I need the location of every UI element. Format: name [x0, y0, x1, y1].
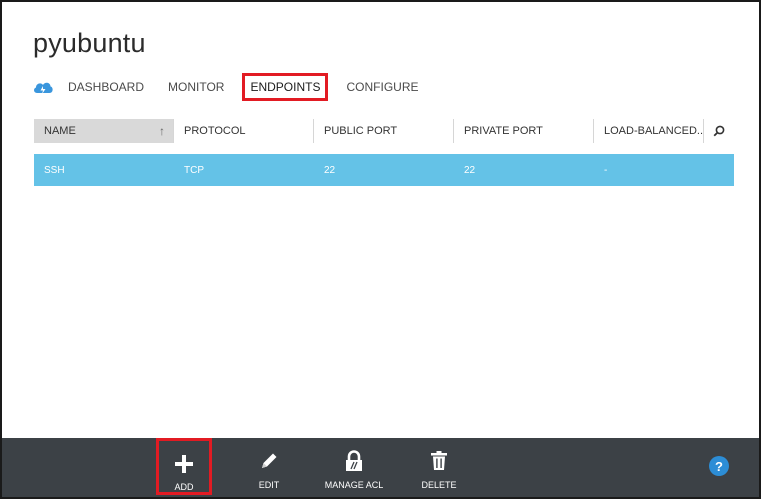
column-header-label: PROTOCOL: [184, 125, 246, 137]
column-header-protocol[interactable]: PROTOCOL: [174, 119, 314, 143]
cell-spacer: [704, 154, 734, 186]
search-icon: [713, 125, 725, 137]
cell-private-port: 22: [464, 164, 476, 176]
tab-configure[interactable]: CONFIGURE: [346, 80, 418, 94]
table-row[interactable]: SSH TCP 22 22 -: [34, 154, 734, 186]
help-icon[interactable]: ?: [709, 456, 729, 476]
tab-dashboard[interactable]: DASHBOARD: [68, 80, 144, 94]
section-tabs: DASHBOARD MONITOR ENDPOINTS CONFIGURE: [32, 73, 442, 101]
tab-monitor[interactable]: MONITOR: [168, 80, 224, 94]
column-header-load-balanced[interactable]: LOAD-BALANCED...: [594, 119, 704, 143]
lock-icon: [345, 448, 363, 474]
table-header: NAME ↑ PROTOCOL PUBLIC PORT PRIVATE PORT…: [34, 119, 734, 143]
trash-icon: [431, 448, 447, 474]
cell-name: SSH: [44, 164, 65, 176]
sort-ascending-icon: ↑: [159, 124, 165, 138]
delete-button[interactable]: DELETE: [411, 438, 467, 497]
cell-public-port: 22: [324, 164, 336, 176]
cell-protocol: TCP: [184, 164, 204, 176]
add-button[interactable]: ADD: [156, 438, 212, 495]
pencil-icon: [259, 448, 279, 474]
edit-label: EDIT: [258, 480, 280, 490]
manage-acl-button[interactable]: MANAGE ACL: [322, 438, 386, 497]
column-header-label: PUBLIC PORT: [324, 125, 398, 137]
column-header-label: PRIVATE PORT: [464, 125, 543, 137]
column-header-name[interactable]: NAME ↑: [34, 119, 174, 143]
column-header-private-port[interactable]: PRIVATE PORT: [454, 119, 594, 143]
cloud-service-icon: [34, 82, 53, 94]
cell-load-balanced: -: [604, 164, 608, 176]
endpoints-table: NAME ↑ PROTOCOL PUBLIC PORT PRIVATE PORT…: [34, 119, 734, 186]
column-header-label: NAME: [44, 125, 76, 137]
page-title: pyubuntu: [33, 28, 146, 58]
delete-label: DELETE: [421, 480, 457, 490]
manage-acl-label: MANAGE ACL: [324, 480, 384, 490]
tab-endpoints[interactable]: ENDPOINTS: [242, 73, 329, 101]
column-header-label: LOAD-BALANCED...: [604, 125, 704, 137]
add-label: ADD: [174, 482, 194, 492]
portal-window: pyubuntu DASHBOARD MONITOR ENDPOINTS CON…: [0, 0, 761, 499]
column-header-public-port[interactable]: PUBLIC PORT: [314, 119, 454, 143]
plus-icon: [175, 451, 193, 476]
command-bar: ADD EDIT MANAGE ACL DELETE ?: [2, 438, 759, 497]
edit-button[interactable]: EDIT: [241, 438, 297, 497]
search-button[interactable]: [704, 119, 734, 143]
